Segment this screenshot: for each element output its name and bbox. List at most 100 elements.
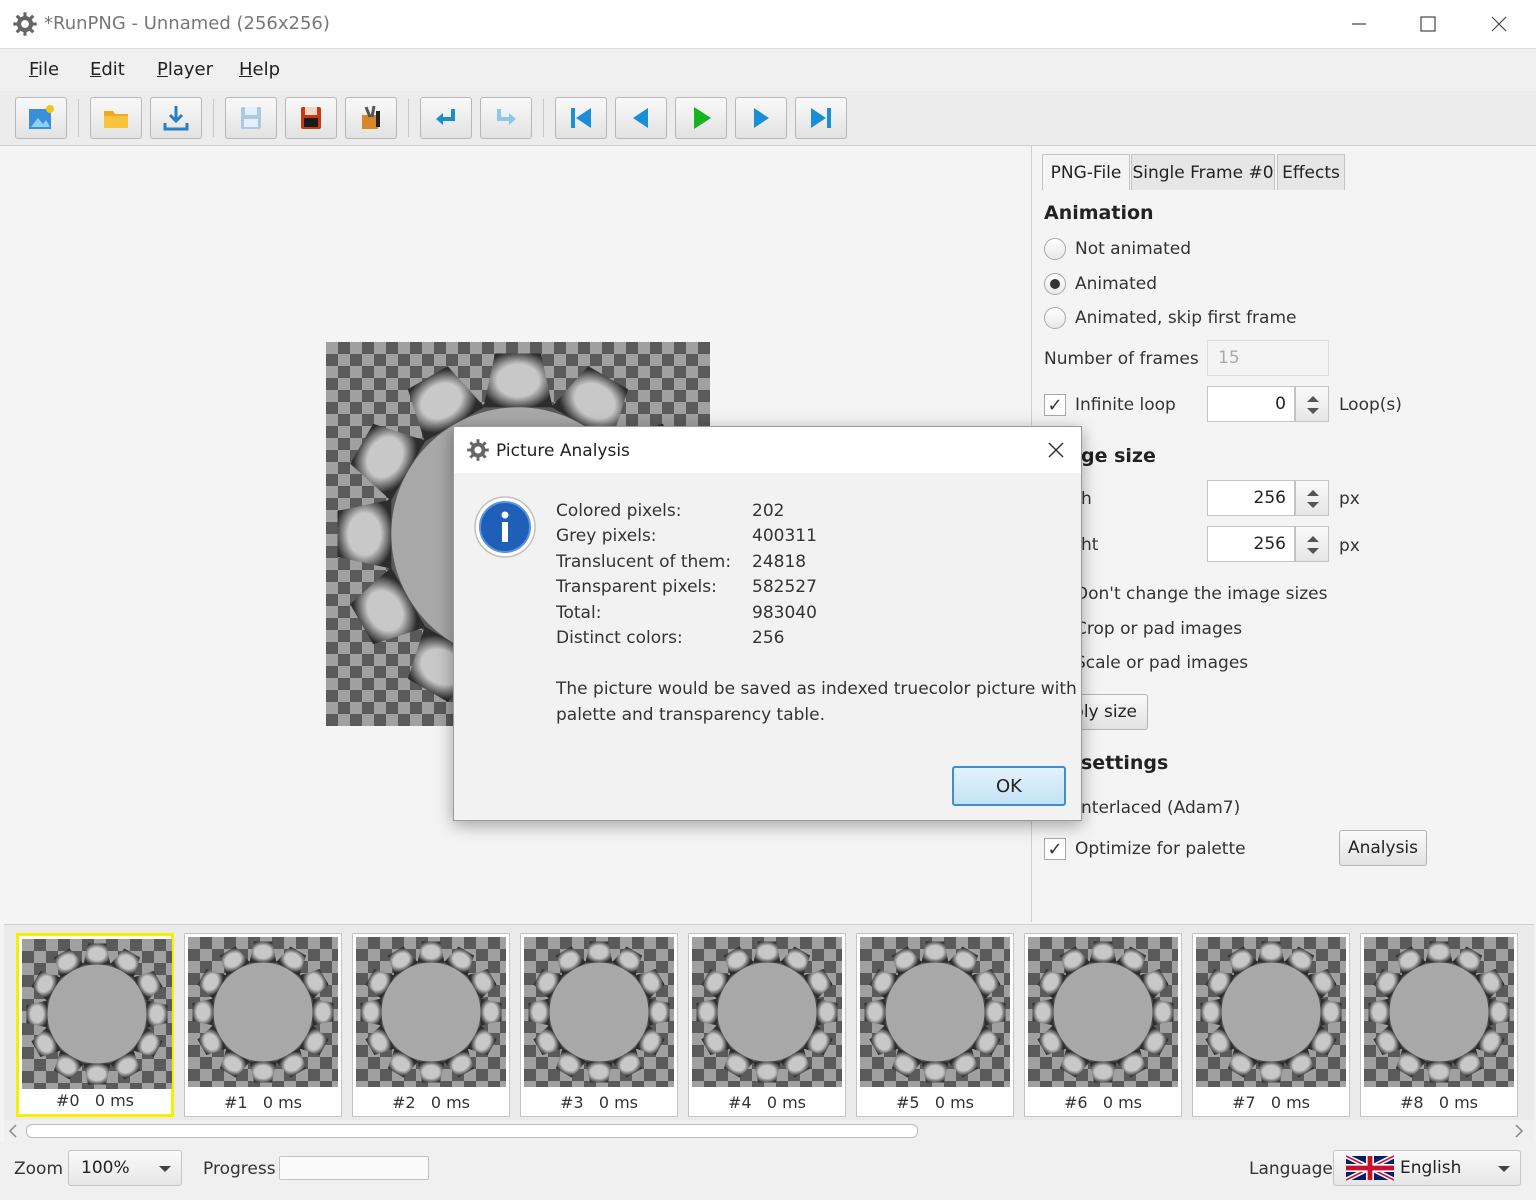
frame-thumbnail[interactable]: #2 0 ms	[352, 933, 510, 1117]
width-unit: px	[1339, 489, 1360, 509]
scroll-thumb[interactable]	[26, 1124, 918, 1138]
play-button[interactable]	[675, 97, 727, 139]
height-stepper[interactable]	[1295, 526, 1329, 562]
frames-count-field: 15	[1207, 340, 1329, 376]
analysis-button[interactable]: Analysis	[1339, 830, 1427, 866]
frame-thumbnail[interactable]: #3 0 ms	[520, 933, 678, 1117]
infinite-loop-label: Infinite loop	[1075, 395, 1176, 415]
image-size-heading: ge size	[1081, 445, 1156, 467]
frame-preview	[524, 937, 674, 1087]
chevron-down-icon	[159, 1166, 171, 1172]
frames-count-label: Number of frames	[1044, 349, 1199, 369]
scroll-left-icon[interactable]	[8, 1124, 18, 1138]
loops-field[interactable]: 0	[1207, 386, 1295, 422]
menu-file[interactable]: File	[29, 59, 59, 80]
menu-help[interactable]: Help	[239, 59, 280, 80]
settings-heading: settings	[1081, 752, 1169, 774]
close-window-button[interactable]	[1466, 0, 1532, 48]
grey-pixels-label: Grey pixels:	[556, 526, 657, 546]
frame-preview	[1196, 937, 1346, 1087]
new-image-button[interactable]	[15, 97, 67, 139]
tools-button[interactable]	[345, 97, 397, 139]
frame-caption: #7 0 ms	[1231, 1093, 1311, 1112]
tab-png-file[interactable]: PNG-File	[1042, 154, 1130, 190]
menu-player[interactable]: Player	[157, 59, 213, 80]
dialog-gear-icon	[467, 439, 489, 461]
analysis-message-line1: The picture would be saved as indexed tr…	[556, 679, 1077, 699]
save-icon	[241, 107, 261, 129]
toolbar-separator	[543, 99, 544, 137]
next-frame-button[interactable]	[735, 97, 787, 139]
loops-unit-label: Loop(s)	[1339, 395, 1402, 415]
frame-preview	[1028, 937, 1178, 1087]
language-label: Language	[1249, 1159, 1333, 1179]
undo-icon	[436, 109, 455, 125]
radio-animated[interactable]	[1044, 273, 1066, 295]
maximize-button[interactable]	[1395, 0, 1461, 48]
frame-thumbnail[interactable]: #5 0 ms	[856, 933, 1014, 1117]
language-value: English	[1400, 1158, 1462, 1178]
infinite-loop-checkbox[interactable]: ✓	[1044, 394, 1066, 416]
height-field[interactable]: 256	[1207, 526, 1295, 562]
frame-caption: #3 0 ms	[559, 1093, 639, 1112]
status-bar: Zoom 100% Progress Language English	[0, 1142, 1536, 1200]
save-as-icon	[301, 107, 321, 129]
radio-not-animated[interactable]	[1044, 238, 1066, 260]
redo-icon	[497, 109, 516, 125]
toolbar	[0, 91, 1536, 146]
title-bar: *RunPNG - Unnamed (256x256)	[0, 0, 1536, 49]
info-icon	[474, 496, 536, 558]
language-select[interactable]: English	[1333, 1150, 1521, 1186]
frame-caption: #2 0 ms	[391, 1093, 471, 1112]
frame-thumbnail[interactable]: #6 0 ms	[1024, 933, 1182, 1117]
picture-analysis-dialog: Picture Analysis Colored pixels: 202 Gre…	[453, 426, 1082, 821]
width-field[interactable]: 256	[1207, 480, 1295, 516]
minimize-button[interactable]	[1326, 0, 1392, 48]
save-as-button[interactable]	[285, 97, 337, 139]
next-frame-icon	[754, 108, 769, 128]
menu-bar: File Edit Player Help	[0, 49, 1536, 91]
radio-animated-skip-first[interactable]	[1044, 307, 1066, 329]
save-button[interactable]	[225, 97, 277, 139]
tab-effects[interactable]: Effects	[1277, 154, 1345, 190]
chevron-down-icon	[1498, 1166, 1510, 1172]
menu-edit[interactable]: Edit	[90, 59, 125, 80]
frame-strip-scrollbar[interactable]	[4, 1120, 1534, 1142]
previous-frame-button[interactable]	[615, 97, 667, 139]
grey-pixels-value: 400311	[752, 526, 817, 546]
translucent-value: 24818	[752, 552, 807, 572]
zoom-select[interactable]: 100%	[68, 1150, 182, 1186]
ok-button[interactable]: OK	[952, 766, 1066, 806]
loops-stepper[interactable]	[1295, 386, 1329, 422]
toolbar-separator	[213, 99, 214, 137]
radio-not-animated-label: Not animated	[1075, 239, 1191, 259]
redo-button[interactable]	[480, 97, 532, 139]
optimize-palette-checkbox[interactable]: ✓	[1044, 838, 1066, 860]
transparent-pixels-label: Transparent pixels:	[556, 577, 717, 597]
width-stepper[interactable]	[1295, 480, 1329, 516]
tab-single-frame[interactable]: Single Frame #0	[1131, 154, 1275, 190]
dialog-close-icon[interactable]	[1047, 441, 1065, 459]
frame-thumbnail[interactable]: #0 0 ms	[16, 933, 174, 1117]
size-option-keep[interactable]: Don't change the image sizes	[1075, 584, 1327, 604]
frame-preview	[860, 937, 1010, 1087]
distinct-colors-label: Distinct colors:	[556, 628, 683, 648]
dialog-title-bar: Picture Analysis	[454, 427, 1081, 473]
close-icon	[1491, 16, 1507, 32]
size-option-crop[interactable]: Crop or pad images	[1075, 619, 1242, 639]
interlaced-label: nterlaced (Adam7)	[1081, 798, 1241, 818]
width-label: h	[1081, 489, 1092, 509]
undo-button[interactable]	[420, 97, 472, 139]
open-button[interactable]	[90, 97, 142, 139]
frame-thumbnail[interactable]: #4 0 ms	[688, 933, 846, 1117]
import-button[interactable]	[150, 97, 202, 139]
size-option-scale[interactable]: Scale or pad images	[1075, 653, 1248, 673]
first-frame-button[interactable]	[555, 97, 607, 139]
frame-thumbnail[interactable]: #1 0 ms	[184, 933, 342, 1117]
progress-bar	[279, 1156, 429, 1180]
properties-panel: PNG-File Single Frame #0 Effects Animati…	[1033, 146, 1533, 922]
scroll-right-icon[interactable]	[1514, 1124, 1524, 1138]
frame-thumbnail[interactable]: #8 0 ms	[1360, 933, 1518, 1117]
last-frame-button[interactable]	[795, 97, 847, 139]
frame-thumbnail[interactable]: #7 0 ms	[1192, 933, 1350, 1117]
